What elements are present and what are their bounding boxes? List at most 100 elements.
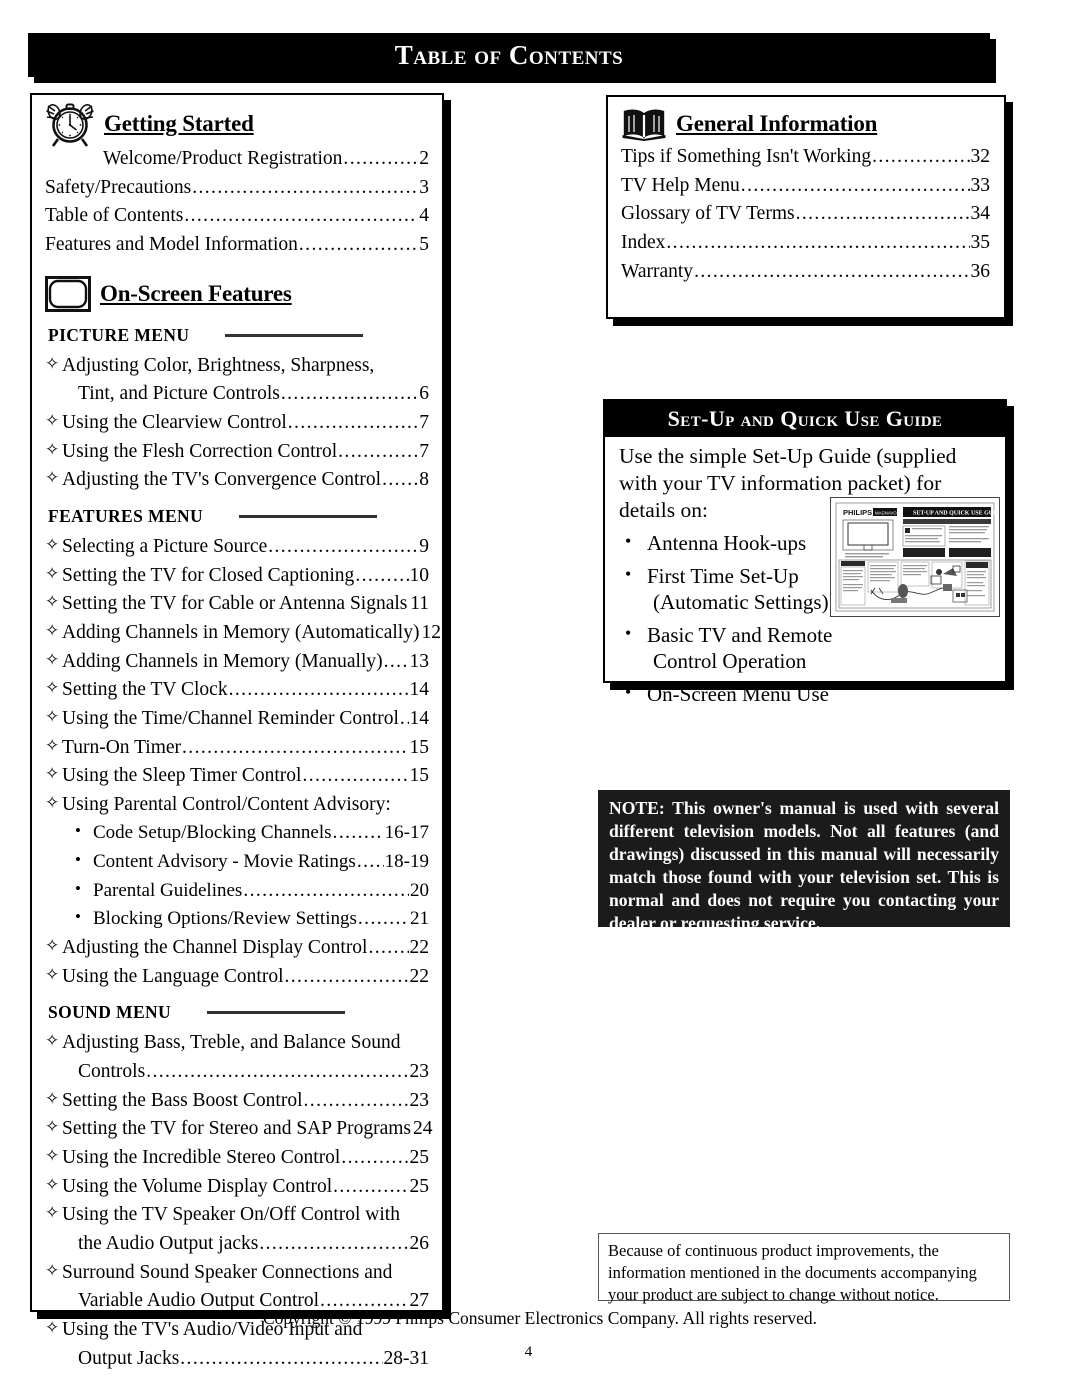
toc-entry[interactable]: ✧ Adjusting the Channel Display Control …	[45, 934, 429, 963]
toc-entry[interactable]: ✧ Using the Clearview Control ..........…	[45, 409, 429, 438]
toc-entry[interactable]: ✧ Using the Incredible Stereo Control ..…	[45, 1144, 429, 1173]
toc-entry[interactable]: ✧ Adjusting Color, Brightness, Sharpness…	[45, 352, 429, 381]
toc-entry[interactable]: TV Help Menu ...........................…	[621, 172, 990, 201]
toc-entry[interactable]: Glossary of TV Terms ...................…	[621, 200, 990, 229]
toc-entry[interactable]: Welcome/Product Registration ...........…	[45, 145, 429, 174]
toc-entry[interactable]: ✧ Using the Language Control ...........…	[45, 963, 429, 992]
toc-entry-text: Adding Channels in Memory (Automatically…	[62, 621, 420, 643]
toc-entry[interactable]: ✧ Using the Volume Display Control .....…	[45, 1173, 429, 1202]
toc-entry-text: TV Help Menu	[621, 174, 740, 196]
leader-dots: ........................................…	[287, 411, 419, 433]
toc-entry[interactable]: ✧ Adding Channels in Memory (Automatical…	[45, 619, 441, 648]
leader-dots: ........................................…	[795, 203, 970, 225]
toc-entry-page: 3	[419, 176, 429, 198]
toc-entry-page: 11	[410, 593, 429, 615]
toc-entry-text: Using the Incredible Stereo Control	[62, 1147, 341, 1169]
toc-entry-text: Turn-On Timer	[62, 736, 182, 758]
setup-guide-bullet-line1: Basic TV and Remote	[647, 622, 833, 647]
toc-entry-continuation[interactable]: Tint, and Picture Controls .............…	[45, 380, 429, 409]
menu-heading-label: FEATURES MENU	[48, 505, 204, 526]
toc-entry[interactable]: ✧ Using the Sleep Timer Control ........…	[45, 762, 429, 791]
toc-entry[interactable]: ✧ Using the Time/Channel Reminder Contro…	[45, 705, 429, 734]
menu-heading-sound: SOUND MENU	[45, 1002, 429, 1023]
diamond-bullet-icon: ✧	[45, 1174, 60, 1194]
toc-entry[interactable]: ✧ Using the TV Speaker On/Off Control wi…	[45, 1201, 429, 1230]
toc-entry[interactable]: Safety/Precautions .....................…	[45, 174, 429, 203]
toc-entry-text: Using the Sleep Timer Control	[62, 765, 302, 787]
left-contents-panel: Getting Started Welcome/Product Registra…	[30, 93, 444, 1369]
toc-subentry[interactable]: • Content Advisory - Movie Ratings .....…	[45, 848, 429, 877]
toc-entry-text: Content Advisory - Movie Ratings	[93, 851, 356, 873]
round-bullet-icon: •	[625, 622, 632, 643]
diamond-bullet-icon: ✧	[45, 936, 60, 956]
toc-entry[interactable]: ✧ Setting the Bass Boost Control .......…	[45, 1087, 429, 1116]
toc-entry[interactable]: ✧ Turn-On Timer ........................…	[45, 734, 429, 763]
page-title-bar: Table of Contents	[28, 33, 990, 77]
toc-entry[interactable]: ✧ Selecting a Picture Source ...........…	[45, 533, 429, 562]
toc-entry-text: Welcome/Product Registration	[103, 148, 343, 169]
toc-entry-text: Safety/Precautions	[45, 176, 192, 198]
menu-heading-rule	[225, 333, 364, 337]
toc-entry-continuation[interactable]: the Audio Output jacks .................…	[45, 1230, 429, 1259]
setup-guide-bullet-line1: On-Screen Menu Use	[647, 681, 829, 706]
toc-entry-page: 7	[419, 440, 429, 462]
toc-entry-page: 22	[409, 937, 430, 959]
leader-dots: ........................................…	[228, 679, 409, 701]
toc-entry-page: 14	[409, 679, 430, 701]
toc-entry-page: 21	[410, 908, 429, 930]
leader-dots: ........................................…	[259, 1233, 409, 1254]
leader-dots: ........................................…	[192, 176, 419, 198]
toc-entry[interactable]: ✧ Setting the TV for Cable or Antenna Si…	[45, 590, 429, 619]
diamond-bullet-icon: ✧	[45, 1203, 60, 1223]
round-bullet-icon: •	[75, 878, 81, 898]
toc-entry-page: 7	[419, 411, 429, 433]
page-title: Table of Contents	[394, 39, 624, 70]
diamond-bullet-icon: ✧	[45, 678, 60, 698]
diamond-bullet-icon: ✧	[45, 410, 60, 430]
section-getting-started-heading: Getting Started	[45, 103, 429, 147]
toc-entry-page: 23	[409, 1061, 430, 1083]
toc-entry-text: Warranty	[621, 260, 694, 282]
toc-entry[interactable]: ✧ Using the Flesh Correction Control ...…	[45, 438, 429, 467]
toc-entry[interactable]: ✧ Setting the TV for Stereo and SAP Prog…	[45, 1115, 433, 1144]
diamond-bullet-icon: ✧	[45, 563, 60, 583]
toc-entry-text: Parental Guidelines	[93, 879, 243, 901]
toc-entry[interactable]: ✧ Adding Channels in Memory (Manually) .…	[45, 648, 429, 677]
leader-dots: ........................................…	[333, 1175, 409, 1197]
toc-entry-page: 4	[419, 205, 429, 227]
disclaimer-text: Because of continuous product improvemen…	[608, 1241, 977, 1304]
setup-guide-header-label: Set-Up and Quick Use Guide	[667, 406, 943, 431]
toc-entry[interactable]: Features and Model Information .........…	[45, 231, 429, 260]
toc-entry[interactable]: ✧ Adjusting the TV's Convergence Control…	[45, 466, 429, 495]
toc-entry-page: 25	[409, 1175, 430, 1197]
toc-entry-page: 13	[409, 650, 430, 672]
menu-heading-label: PICTURE MENU	[48, 324, 190, 345]
toc-entry[interactable]: ✧ Using Parental Control/Content Advisor…	[45, 791, 429, 820]
leader-dots: ........................................…	[284, 965, 409, 987]
toc-entry[interactable]: ✧ Setting the TV for Closed Captioning .…	[45, 562, 429, 591]
toc-entry-text: Setting the Bass Boost Control	[62, 1089, 303, 1111]
toc-entry-page: 9	[419, 535, 429, 557]
toc-subentry[interactable]: • Blocking Options/Review Settings .....…	[45, 905, 429, 934]
toc-entry-page: 15	[409, 765, 430, 787]
toc-entry-page: 18-19	[384, 851, 429, 873]
toc-entry-text: Features and Model Information	[45, 233, 298, 255]
toc-entry-text: Table of Contents	[45, 205, 184, 227]
setup-guide-bullet: • Basic TV and Remote Control Operation	[619, 622, 993, 675]
toc-entry[interactable]: ✧ Surround Sound Speaker Connections and…	[45, 1259, 429, 1288]
toc-subentry[interactable]: • Parental Guidelines ..................…	[45, 877, 429, 906]
toc-entry-page: 2	[419, 148, 429, 169]
diamond-bullet-icon: ✧	[45, 534, 60, 554]
leader-dots: ........................................…	[694, 260, 970, 282]
toc-subentry[interactable]: • Code Setup/Blocking Channels .........…	[45, 819, 429, 848]
leader-dots: ........................................…	[740, 174, 970, 196]
toc-entry[interactable]: Table of Contents ......................…	[45, 202, 429, 231]
toc-entry[interactable]: Index ..................................…	[621, 229, 990, 258]
toc-entry-continuation[interactable]: Controls ...............................…	[45, 1058, 429, 1087]
toc-entry[interactable]: Tips if Something Isn't Working ........…	[621, 143, 990, 172]
toc-entry[interactable]: ✧ Adjusting Bass, Treble, and Balance So…	[45, 1029, 429, 1058]
toc-entry-text: Glossary of TV Terms	[621, 203, 795, 225]
toc-entry[interactable]: Warranty ...............................…	[621, 258, 990, 287]
toc-entry[interactable]: ✧ Setting the TV Clock .................…	[45, 676, 429, 705]
toc-entry-text: Using the Time/Channel Reminder Control	[62, 707, 399, 729]
